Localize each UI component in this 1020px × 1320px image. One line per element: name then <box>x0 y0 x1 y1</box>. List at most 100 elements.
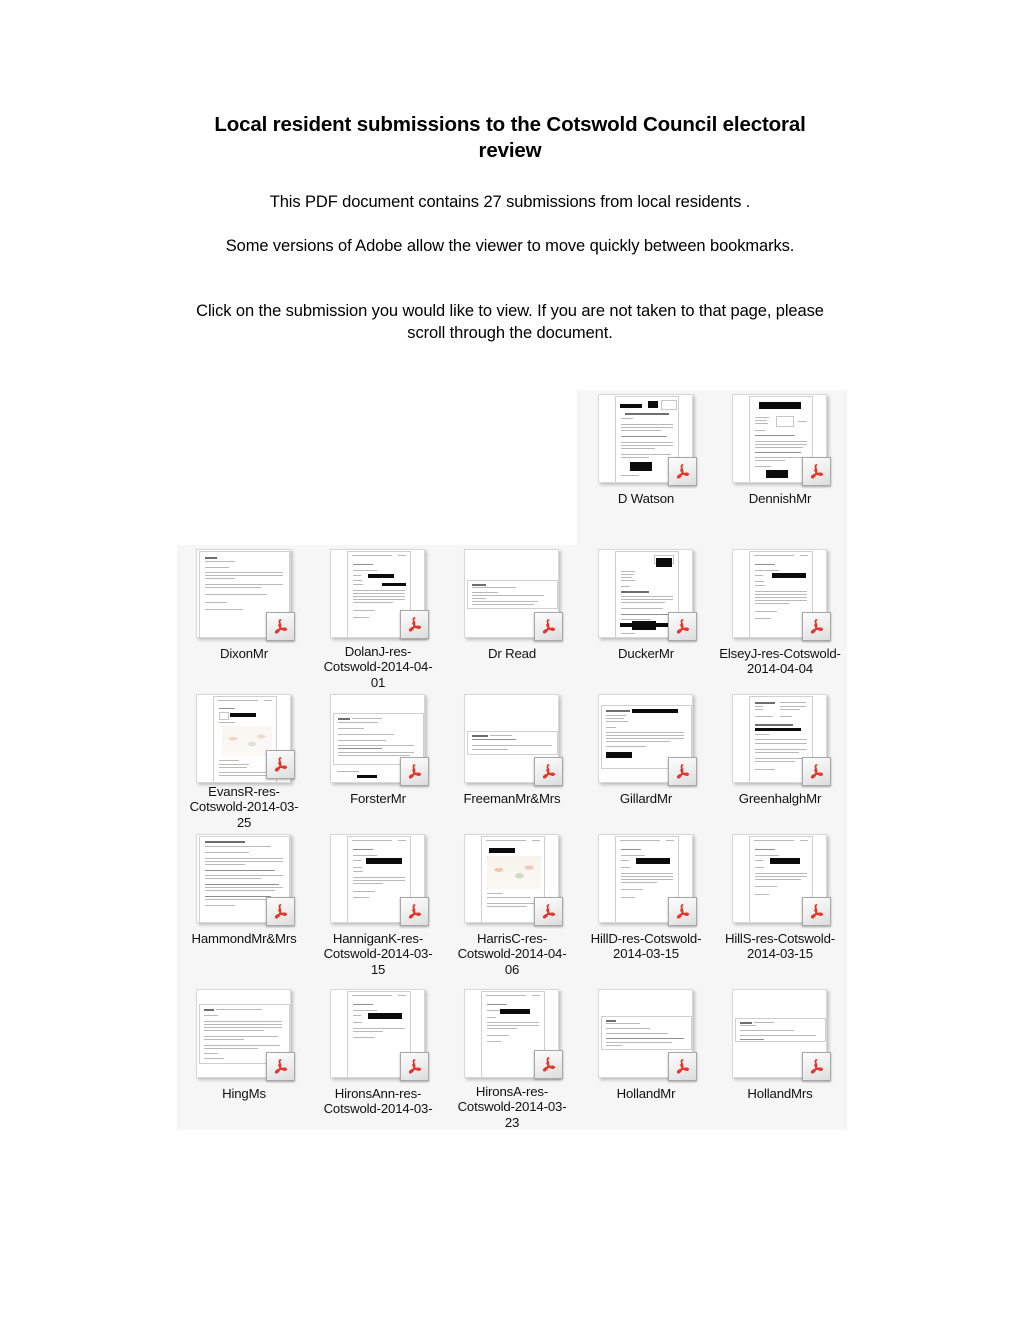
thumbnail[interactable] <box>464 989 563 1079</box>
submission-label: HollandMr <box>616 1086 676 1101</box>
pdf-file-icon <box>802 1052 831 1081</box>
submission-item-hills[interactable]: HillS-res-Cotswold-2014-03-15 <box>713 830 847 985</box>
submission-label: ForsterMr <box>350 791 406 806</box>
submission-label: DixonMr <box>219 646 269 661</box>
thumbnail[interactable] <box>464 834 563 926</box>
thumbnail[interactable] <box>464 694 563 786</box>
submission-label: GillardMr <box>619 791 673 806</box>
thumbnail-row: DixonMr DolanJ-res-Cotswold-2014-04-01 D… <box>177 545 847 690</box>
pdf-file-icon <box>266 1052 295 1081</box>
thumbnail-row: D Watson DennishMr <box>177 390 847 545</box>
submission-item-hironsa[interactable]: HironsA-res-Cotswold-2014-03-23 <box>445 985 579 1130</box>
thumbnail[interactable] <box>330 549 429 639</box>
pdf-file-icon <box>802 897 831 926</box>
submission-item-dr-read[interactable]: Dr Read <box>445 545 579 690</box>
intro-paragraph-1: This PDF document contains 27 submission… <box>269 193 751 211</box>
document-header: Local resident submissions to the Cotswo… <box>190 112 830 342</box>
submission-label: HarrisC-res-Cotswold-2014-04-06 <box>457 931 567 977</box>
pdf-file-icon <box>668 897 697 926</box>
preview-page <box>735 1018 826 1042</box>
pdf-file-icon <box>534 757 563 786</box>
thumbnail[interactable] <box>598 834 697 926</box>
intro-paragraph-2: Some versions of Adobe allow the viewer … <box>225 237 795 255</box>
submission-label: D Watson <box>617 491 675 506</box>
submission-item-elseyj[interactable]: ElseyJ-res-Cotswold-2014-04-04 <box>713 545 847 690</box>
pdf-file-icon <box>400 897 429 926</box>
submission-item-greenhalghmr[interactable]: GreenhalghMr <box>713 690 847 830</box>
pdf-file-icon <box>534 897 563 926</box>
submission-label: GreenhalghMr <box>738 791 822 806</box>
thumbnail[interactable] <box>732 989 831 1081</box>
thumbnail[interactable] <box>464 549 563 641</box>
submission-item-dennishmr[interactable]: DennishMr <box>713 390 847 545</box>
pdf-file-icon <box>668 612 697 641</box>
submission-label: HammondMr&Mrs <box>191 931 297 946</box>
pdf-file-icon <box>668 757 697 786</box>
submission-label: HironsA-res-Cotswold-2014-03-23 <box>457 1083 567 1130</box>
submission-item-harrisc[interactable]: HarrisC-res-Cotswold-2014-04-06 <box>445 830 579 985</box>
thumbnail[interactable] <box>196 549 295 641</box>
pdf-file-icon <box>802 757 831 786</box>
pdf-file-icon <box>668 457 697 486</box>
submission-label: HillD-res-Cotswold-2014-03-15 <box>590 931 702 962</box>
thumbnail[interactable] <box>598 989 697 1081</box>
pdf-file-icon <box>802 457 831 486</box>
thumbnail[interactable] <box>196 694 295 783</box>
submission-item-hannigank[interactable]: HanniganK-res-Cotswold-2014-03-15 <box>311 830 445 985</box>
pdf-file-icon <box>400 1052 429 1081</box>
pdf-file-icon <box>266 749 295 779</box>
submission-item-d-watson[interactable]: D Watson <box>579 390 713 545</box>
pdf-file-icon <box>802 612 831 641</box>
pdf-file-icon <box>400 757 429 786</box>
submission-label: HollandMrs <box>747 1086 813 1101</box>
thumbnail-row: EvansR-res-Cotswold-2014-03-25 ForsterMr… <box>177 690 847 830</box>
map-preview-image <box>487 856 541 889</box>
submission-item-hammondmrmrs[interactable]: HammondMr&Mrs <box>177 830 311 985</box>
pdf-file-icon <box>400 609 429 639</box>
pdf-file-icon <box>266 612 295 641</box>
submission-thumbnail-grid: D Watson DennishMr DixonMr DolanJ-res-Co… <box>177 390 847 1130</box>
thumbnail[interactable] <box>598 549 697 641</box>
thumbnail[interactable] <box>732 394 831 486</box>
submission-item-evansr[interactable]: EvansR-res-Cotswold-2014-03-25 <box>177 690 311 830</box>
submission-item-hollandmr[interactable]: HollandMr <box>579 985 713 1130</box>
pdf-file-icon <box>668 1052 697 1081</box>
thumbnail[interactable] <box>732 549 831 641</box>
submission-label: DuckerMr <box>618 646 674 661</box>
submission-item-hingms[interactable]: HingMs <box>177 985 311 1130</box>
thumbnail[interactable] <box>196 989 295 1081</box>
submission-label: EvansR-res-Cotswold-2014-03-25 <box>189 783 299 830</box>
thumbnail[interactable] <box>330 989 429 1081</box>
submission-label: HingMs <box>222 1086 266 1101</box>
preview-page <box>467 731 558 755</box>
submission-item-dixonmr[interactable]: DixonMr <box>177 545 311 690</box>
thumbnail[interactable] <box>330 834 429 926</box>
thumbnail[interactable] <box>330 694 429 786</box>
thumbnail[interactable] <box>732 834 831 926</box>
thumbnail[interactable] <box>598 694 697 786</box>
submission-item-hironsann[interactable]: HironsAnn-res-Cotswold-2014-03-15 <box>311 985 445 1130</box>
submission-label: DennishMr <box>748 491 812 506</box>
thumbnail-row: HingMs HironsAnn-res-Cotswold-2014-03- H… <box>177 985 847 1130</box>
preview-page <box>467 580 558 609</box>
submission-label: HillS-res-Cotswold-2014-03-15 <box>725 931 835 962</box>
submission-item-dolanj[interactable]: DolanJ-res-Cotswold-2014-04-01 <box>311 545 445 690</box>
submission-item-freemanmrmrs[interactable]: FreemanMr&Mrs <box>445 690 579 830</box>
thumbnail[interactable] <box>732 694 831 786</box>
pdf-file-icon <box>534 1049 563 1079</box>
pdf-file-icon <box>266 897 295 926</box>
preview-page <box>601 1016 692 1050</box>
submission-item-hilld[interactable]: HillD-res-Cotswold-2014-03-15 <box>579 830 713 985</box>
thumbnail[interactable] <box>196 834 295 926</box>
thumbnail-row: HammondMr&Mrs HanniganK-res-Cotswold-201… <box>177 830 847 985</box>
submission-label: ElseyJ-res-Cotswold-2014-04-04 <box>719 646 841 677</box>
thumbnail[interactable] <box>598 394 697 486</box>
submission-item-duckermr[interactable]: DuckerMr <box>579 545 713 690</box>
submission-item-gillardmr[interactable]: GillardMr <box>579 690 713 830</box>
submission-label: Dr Read <box>487 646 537 661</box>
submission-item-hollandmrs[interactable]: HollandMrs <box>713 985 847 1130</box>
intro-paragraph-3: Click on the submission you would like t… <box>196 302 824 342</box>
submission-label: DolanJ-res-Cotswold-2014-04-01 <box>323 643 433 690</box>
submission-item-forstermr[interactable]: ForsterMr <box>311 690 445 830</box>
submission-label: FreemanMr&Mrs <box>463 791 561 806</box>
